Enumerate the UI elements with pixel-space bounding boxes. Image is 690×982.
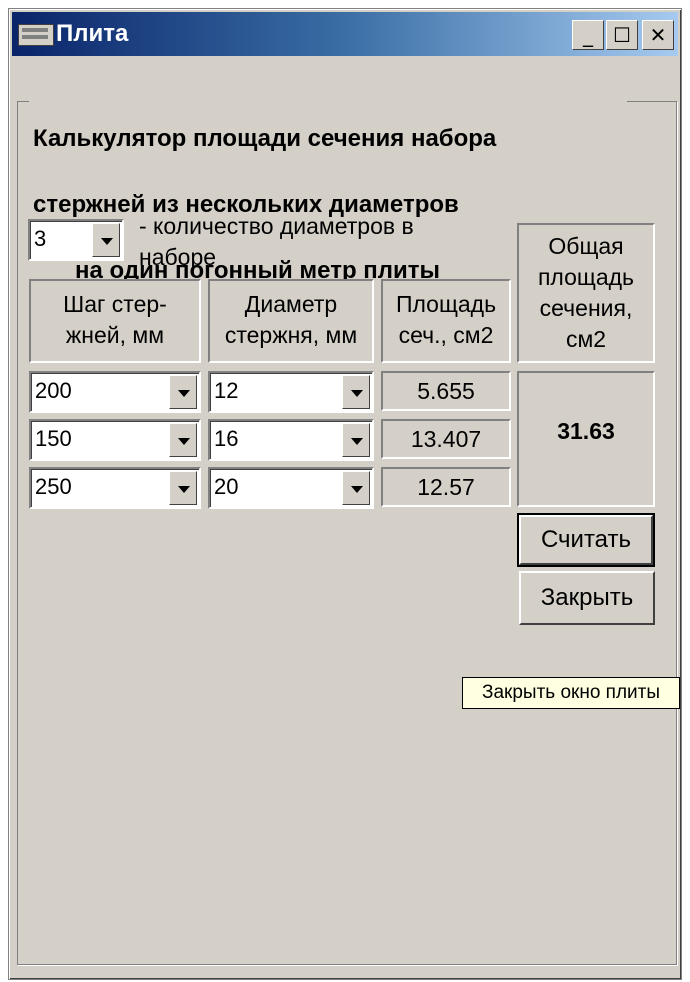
chevron-down-icon[interactable] [342, 375, 370, 409]
header-total-line: площадь [537, 264, 635, 290]
header-diameter-line: Диаметр [244, 291, 338, 317]
diameter-count-label-line: - количество диаметров в [139, 213, 414, 239]
header-area-line: Площадь [395, 291, 497, 317]
step-value: 200 [35, 378, 72, 403]
step-select-row-1[interactable]: 200 [29, 371, 201, 413]
step-value: 250 [35, 474, 72, 499]
header-diameter-line: стержня, мм [224, 322, 358, 348]
maximize-button[interactable]: ☐ [606, 20, 638, 50]
close-window-button[interactable]: ✕ [642, 20, 674, 50]
area-value-row-2: 13.407 [381, 419, 511, 459]
area-value-row-1: 5.655 [381, 371, 511, 411]
diameter-select-row-1[interactable]: 12 [208, 371, 374, 413]
header-total: Общая площадь сечения, см2 [517, 223, 655, 363]
close-tooltip: Закрыть окно плиты [462, 677, 680, 709]
header-diameter: Диаметр стержня, мм [208, 279, 374, 363]
total-area-value: 31.63 [517, 371, 655, 507]
chevron-down-icon[interactable] [169, 423, 197, 457]
chevron-down-icon[interactable] [169, 375, 197, 409]
chevron-down-icon[interactable] [92, 223, 120, 257]
diameter-select-row-2[interactable]: 16 [208, 419, 374, 461]
step-select-row-3[interactable]: 250 [29, 467, 201, 509]
step-value: 150 [35, 426, 72, 451]
diameter-count-label-line: наборе [139, 244, 217, 270]
app-window-icon[interactable] [18, 24, 54, 46]
group-title-line: Калькулятор площади сечения набора [33, 125, 497, 152]
header-step-line: Шаг стер- [63, 291, 167, 317]
title-bar[interactable]: Плита _ ☐ ✕ [12, 12, 678, 56]
area-value-row-3: 12.57 [381, 467, 511, 507]
diameter-count-label: - количество диаметров в наборе [139, 211, 414, 273]
diameter-value: 16 [214, 426, 239, 451]
diameter-value: 12 [214, 378, 239, 403]
plate-window: Плита _ ☐ ✕ Калькулятор площади сечения … [8, 8, 682, 980]
chevron-down-icon[interactable] [342, 471, 370, 505]
header-total-line: сечения, [539, 295, 633, 321]
diameter-count-value: 3 [34, 226, 47, 251]
header-total-line: Общая [548, 233, 624, 259]
calculate-button[interactable]: Считать [517, 513, 655, 567]
header-step: Шаг стер- жней, мм [29, 279, 201, 363]
header-step-line: жней, мм [65, 322, 165, 348]
close-button[interactable]: Закрыть [519, 571, 655, 625]
diameter-select-row-3[interactable]: 20 [208, 467, 374, 509]
chevron-down-icon[interactable] [169, 471, 197, 505]
header-area-line: сеч., см2 [398, 322, 494, 348]
minimize-button[interactable]: _ [572, 20, 604, 50]
diameter-value: 20 [214, 474, 239, 499]
header-area: Площадь сеч., см2 [381, 279, 511, 363]
step-select-row-2[interactable]: 150 [29, 419, 201, 461]
chevron-down-icon[interactable] [342, 423, 370, 457]
diameter-count-select[interactable]: 3 [28, 219, 124, 261]
header-total-line: см2 [565, 326, 607, 352]
window-title: Плита [56, 20, 129, 47]
